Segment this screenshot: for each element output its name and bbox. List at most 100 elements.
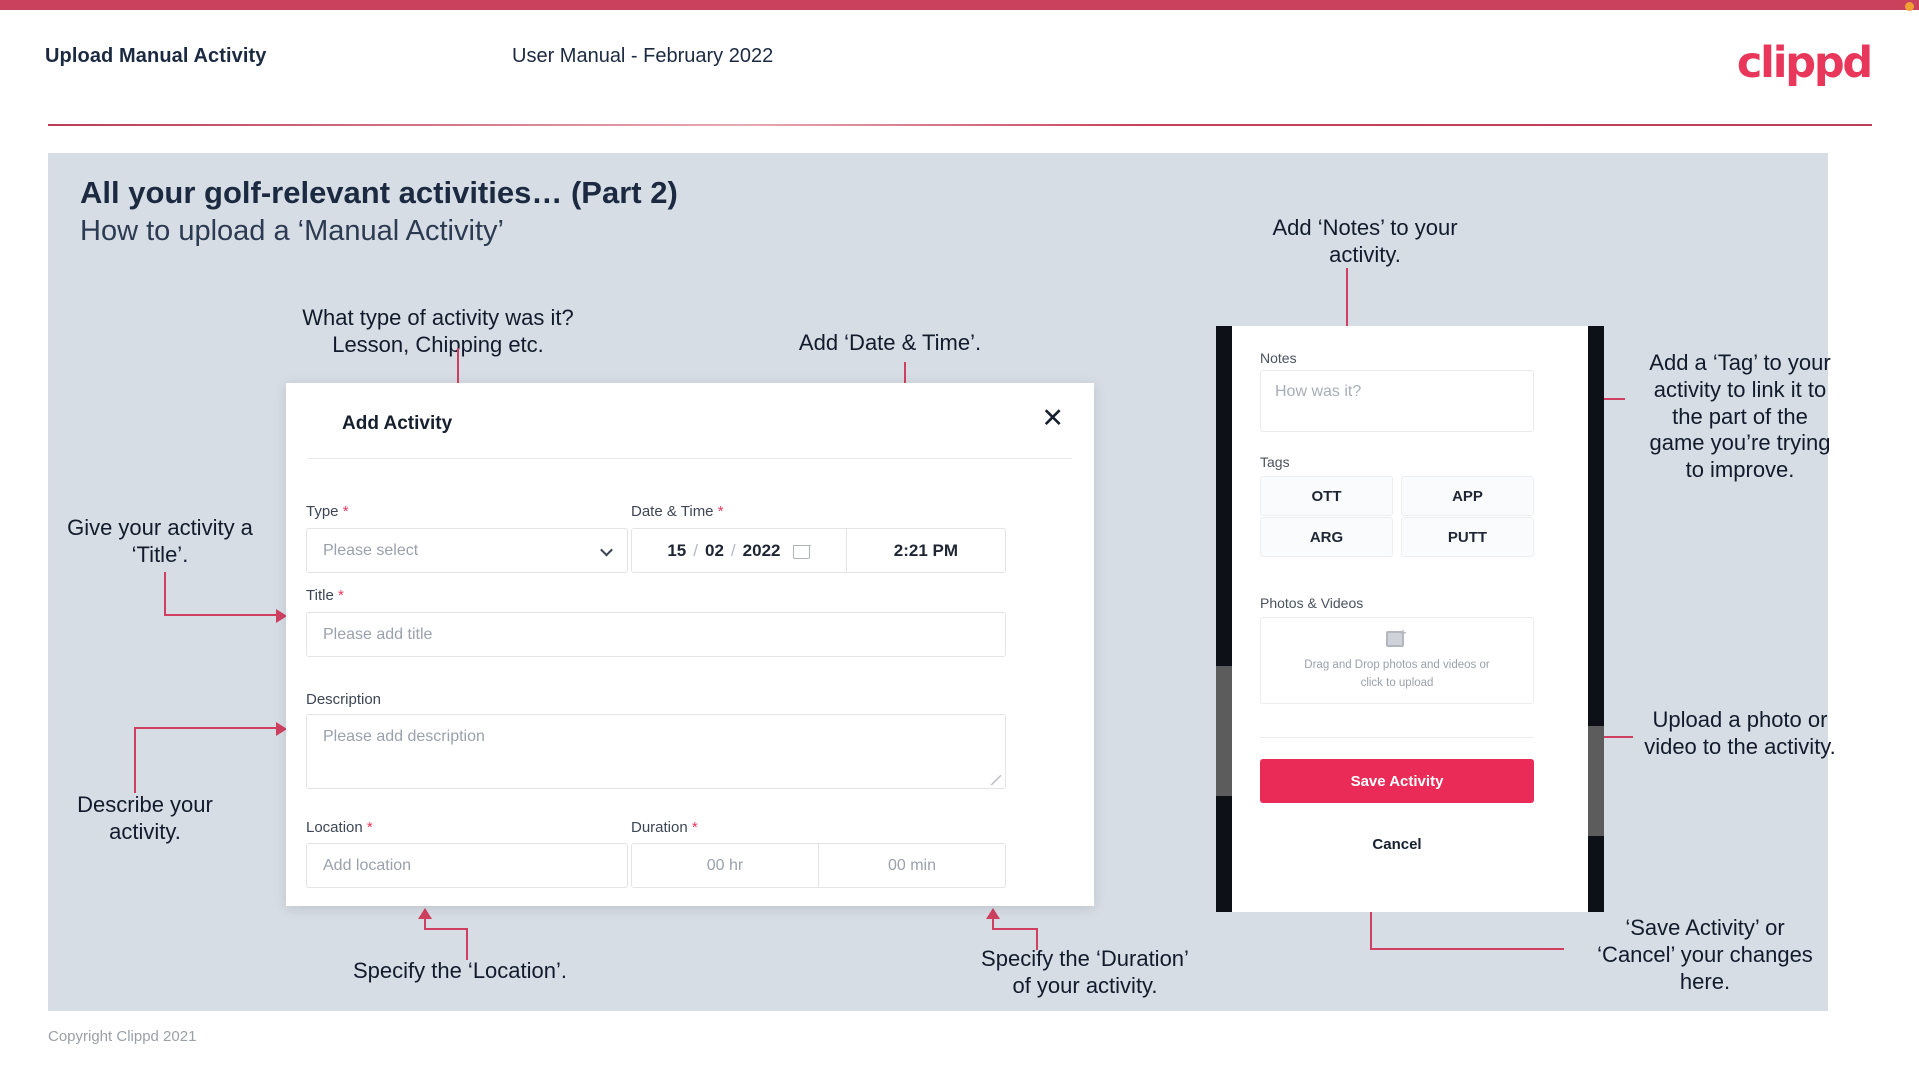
arrow-desc-seg2 bbox=[134, 727, 278, 729]
tag-button-putt[interactable]: PUTT bbox=[1401, 517, 1534, 557]
arrow-sc-seg3 bbox=[1370, 948, 1406, 950]
time-input[interactable]: 2:21 PM bbox=[845, 529, 1005, 572]
dialog-divider bbox=[308, 458, 1072, 459]
datetime-required-asterisk: * bbox=[717, 503, 724, 520]
annotation-duration: Specify the ‘Duration’ of your activity. bbox=[981, 946, 1189, 998]
date-month: 02 bbox=[705, 540, 724, 560]
duration-required-asterisk: * bbox=[691, 819, 698, 836]
annotation-describe: Describe your activity. bbox=[77, 792, 213, 844]
location-label: Location * bbox=[306, 819, 373, 836]
type-label-text: Type bbox=[306, 503, 339, 520]
arrow-title-seg1 bbox=[164, 572, 166, 616]
top-accent-bar bbox=[0, 0, 1919, 11]
location-input[interactable]: Add location bbox=[306, 843, 628, 888]
arrow-dur-seg1 bbox=[1036, 930, 1038, 950]
date-sep-2: / bbox=[730, 540, 736, 560]
slide-page: Upload Manual Activity User Manual - Feb… bbox=[0, 0, 1919, 1079]
add-image-icon: + bbox=[1385, 626, 1409, 648]
tags-label: Tags bbox=[1260, 454, 1290, 470]
notes-label: Notes bbox=[1260, 350, 1297, 366]
orange-dot-icon bbox=[1905, 2, 1914, 11]
save-activity-button[interactable]: Save Activity bbox=[1260, 759, 1534, 803]
tag-button-arg[interactable]: ARG bbox=[1260, 517, 1393, 557]
arrow-notes-seg1 bbox=[1346, 268, 1348, 333]
duration-minutes-input[interactable]: 00 min bbox=[818, 844, 1005, 887]
arrow-sc-seg1 bbox=[1404, 948, 1564, 950]
datetime-label: Date & Time * bbox=[631, 503, 724, 520]
phone-divider bbox=[1260, 737, 1534, 738]
dialog-title: Add Activity bbox=[342, 413, 453, 434]
description-placeholder: Please add description bbox=[323, 728, 485, 745]
arrow-loc-seg3 bbox=[424, 918, 426, 930]
tag-button-app[interactable]: APP bbox=[1401, 476, 1534, 516]
resize-handle-icon[interactable] bbox=[991, 775, 1001, 785]
annotation-tag: Add a ‘Tag’ to your activity to link it … bbox=[1649, 350, 1831, 483]
annotation-title: Give your activity a ‘Title’. bbox=[67, 515, 253, 567]
page-title: Upload Manual Activity bbox=[45, 45, 267, 67]
arrow-desc-seg1 bbox=[134, 729, 136, 793]
header-divider bbox=[48, 124, 1872, 126]
arrow-dur-seg2 bbox=[992, 928, 1038, 930]
type-required-asterisk: * bbox=[342, 503, 349, 520]
duration-label: Duration * bbox=[631, 819, 698, 836]
annotation-notes: Add ‘Notes’ to your activity. bbox=[1272, 215, 1458, 267]
datetime-label-text: Date & Time bbox=[631, 503, 714, 520]
tag-button-ott[interactable]: OTT bbox=[1260, 476, 1393, 516]
phone-left-edge bbox=[1216, 326, 1232, 912]
notes-placeholder: How was it? bbox=[1275, 383, 1362, 400]
phone-right-edge bbox=[1588, 326, 1604, 912]
add-activity-dialog: Add Activity ✕ Type * Please select Date… bbox=[286, 383, 1094, 906]
duration-hours-input[interactable]: 00 hr bbox=[632, 844, 818, 887]
dropzone-text-line2: click to upload bbox=[1360, 676, 1434, 689]
dropzone-text-line1: Drag and Drop photos and videos or bbox=[1304, 659, 1490, 672]
arrow-loc-head bbox=[418, 908, 432, 919]
arrow-dur-head bbox=[986, 908, 1000, 919]
duration-label-text: Duration bbox=[631, 819, 688, 836]
title-label-text: Title bbox=[306, 587, 334, 604]
datetime-field[interactable]: 15 / 02 / 2022 2:21 PM bbox=[631, 528, 1006, 573]
annotation-save-cancel: ‘Save Activity’ or ‘Cancel’ your changes… bbox=[1597, 915, 1813, 994]
title-label: Title * bbox=[306, 587, 344, 604]
date-day: 15 bbox=[667, 540, 687, 560]
title-required-asterisk: * bbox=[337, 587, 344, 604]
phone-mockup: Notes How was it? Tags OTT APP ARG PUTT … bbox=[1216, 326, 1604, 912]
arrow-dur-seg3 bbox=[992, 918, 994, 930]
photos-label: Photos & Videos bbox=[1260, 595, 1364, 611]
document-subtitle: User Manual - February 2022 bbox=[512, 45, 774, 67]
arrow-title-seg2 bbox=[164, 614, 278, 616]
date-year: 2022 bbox=[742, 540, 781, 560]
location-required-asterisk: * bbox=[366, 819, 373, 836]
annotation-datetime: Add ‘Date & Time’. bbox=[798, 330, 982, 355]
calendar-icon[interactable] bbox=[792, 541, 812, 559]
description-textarea[interactable]: Please add description bbox=[306, 714, 1006, 789]
notes-textarea[interactable]: How was it? bbox=[1260, 370, 1534, 432]
close-icon[interactable]: ✕ bbox=[1041, 405, 1064, 432]
description-label: Description bbox=[306, 691, 382, 708]
chevron-down-icon bbox=[600, 543, 613, 556]
location-label-text: Location bbox=[306, 819, 363, 836]
date-sep-1: / bbox=[693, 540, 698, 560]
title-placeholder: Please add title bbox=[323, 625, 433, 643]
annotation-upload: Upload a photo or video to the activity. bbox=[1644, 707, 1836, 759]
duration-field: 00 hr 00 min bbox=[631, 843, 1006, 888]
phone-volume-button bbox=[1216, 666, 1232, 796]
type-label: Type * bbox=[306, 503, 349, 520]
type-select[interactable]: Please select bbox=[306, 528, 628, 573]
type-placeholder: Please select bbox=[323, 541, 419, 559]
clippd-logo: clippd bbox=[1736, 38, 1873, 88]
slide-heading: All your golf-relevant activities… (Part… bbox=[80, 175, 678, 210]
arrow-loc-seg1 bbox=[466, 930, 468, 960]
plus-glyph: + bbox=[1399, 626, 1407, 641]
slide-subheading: How to upload a ‘Manual Activity’ bbox=[80, 215, 504, 247]
footer-copyright: Copyright Clippd 2021 bbox=[48, 1028, 197, 1045]
title-input[interactable]: Please add title bbox=[306, 612, 1006, 657]
annotation-location: Specify the ‘Location’. bbox=[352, 958, 568, 983]
phone-power-button bbox=[1588, 726, 1604, 836]
location-placeholder: Add location bbox=[323, 856, 412, 874]
photo-dropzone[interactable]: + Drag and Drop photos and videos or cli… bbox=[1260, 617, 1534, 704]
date-input[interactable]: 15 / 02 / 2022 bbox=[632, 529, 846, 572]
arrow-loc-seg2 bbox=[424, 928, 468, 930]
phone-screen: Notes How was it? Tags OTT APP ARG PUTT … bbox=[1232, 326, 1588, 912]
annotation-type: What type of activity was it? Lesson, Ch… bbox=[302, 305, 574, 357]
cancel-button[interactable]: Cancel bbox=[1260, 829, 1534, 859]
